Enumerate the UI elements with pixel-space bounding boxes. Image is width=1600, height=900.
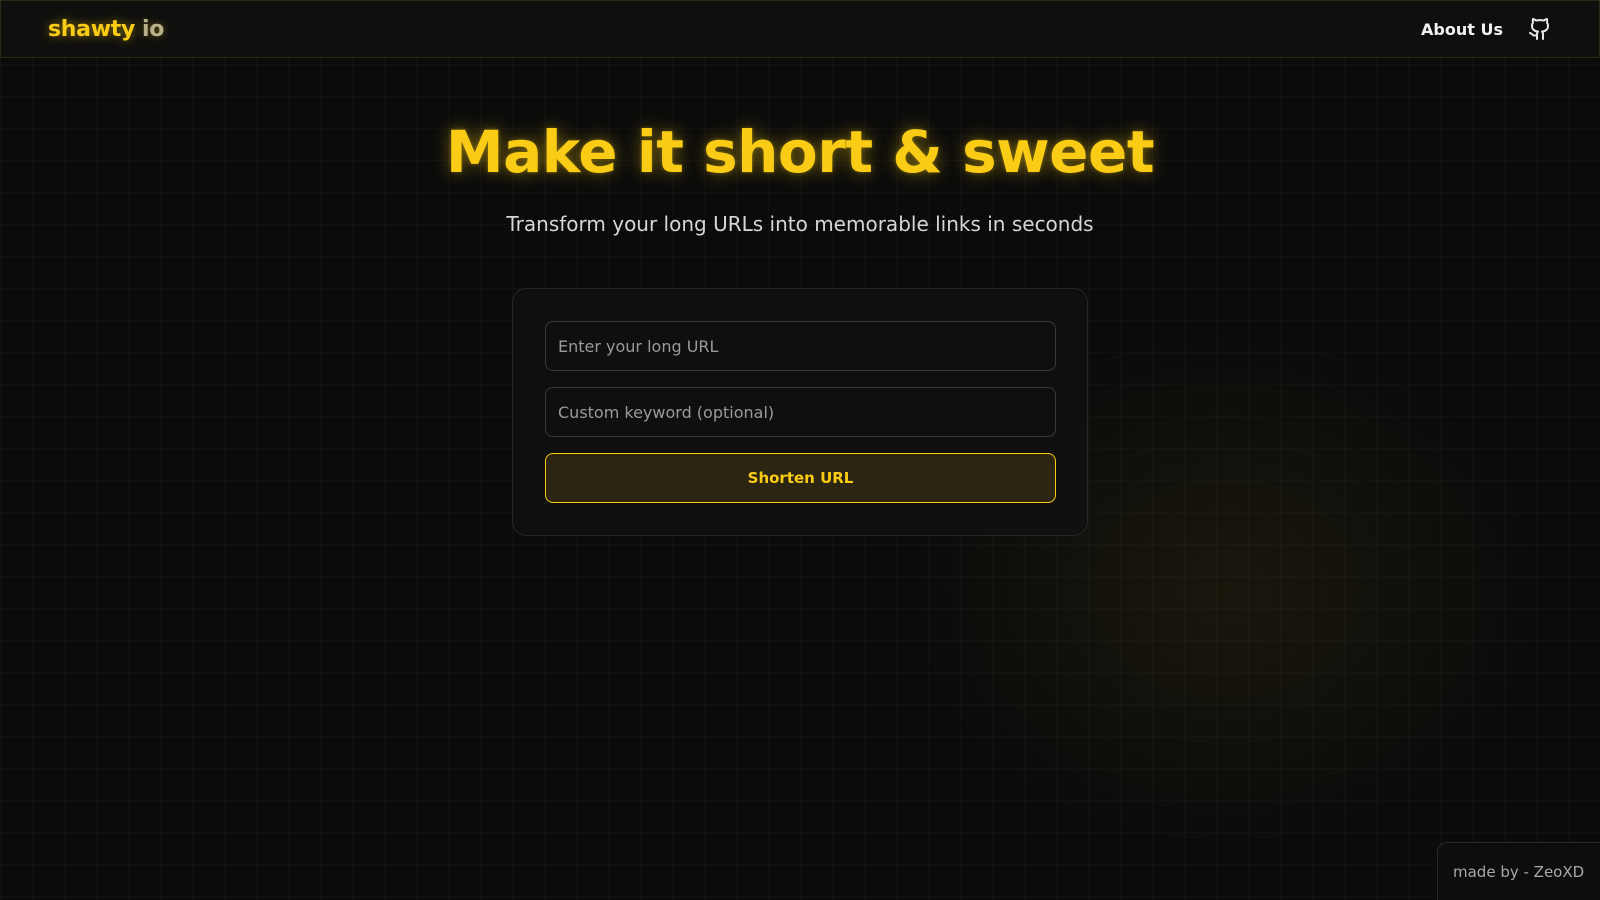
page-subtitle: Transform your long URLs into memorable … <box>506 212 1094 236</box>
long-url-input[interactable] <box>545 321 1056 371</box>
github-link[interactable] <box>1528 17 1552 41</box>
nav-links: About Us <box>1421 17 1552 41</box>
github-icon <box>1529 18 1550 40</box>
shorten-form: Shorten URL <box>512 288 1088 536</box>
about-us-link[interactable]: About Us <box>1421 20 1503 39</box>
brand-suffix: io <box>141 16 165 42</box>
author-credit: made by - ZeoXD <box>1437 842 1600 900</box>
brand-logo-link[interactable]: shawty io <box>48 17 164 42</box>
brand-name: shawty <box>48 16 135 42</box>
page-title: Make it short & sweet <box>445 118 1155 186</box>
custom-keyword-input[interactable] <box>545 387 1056 437</box>
navbar: shawty io About Us <box>0 0 1600 58</box>
shorten-url-button[interactable]: Shorten URL <box>545 453 1056 503</box>
